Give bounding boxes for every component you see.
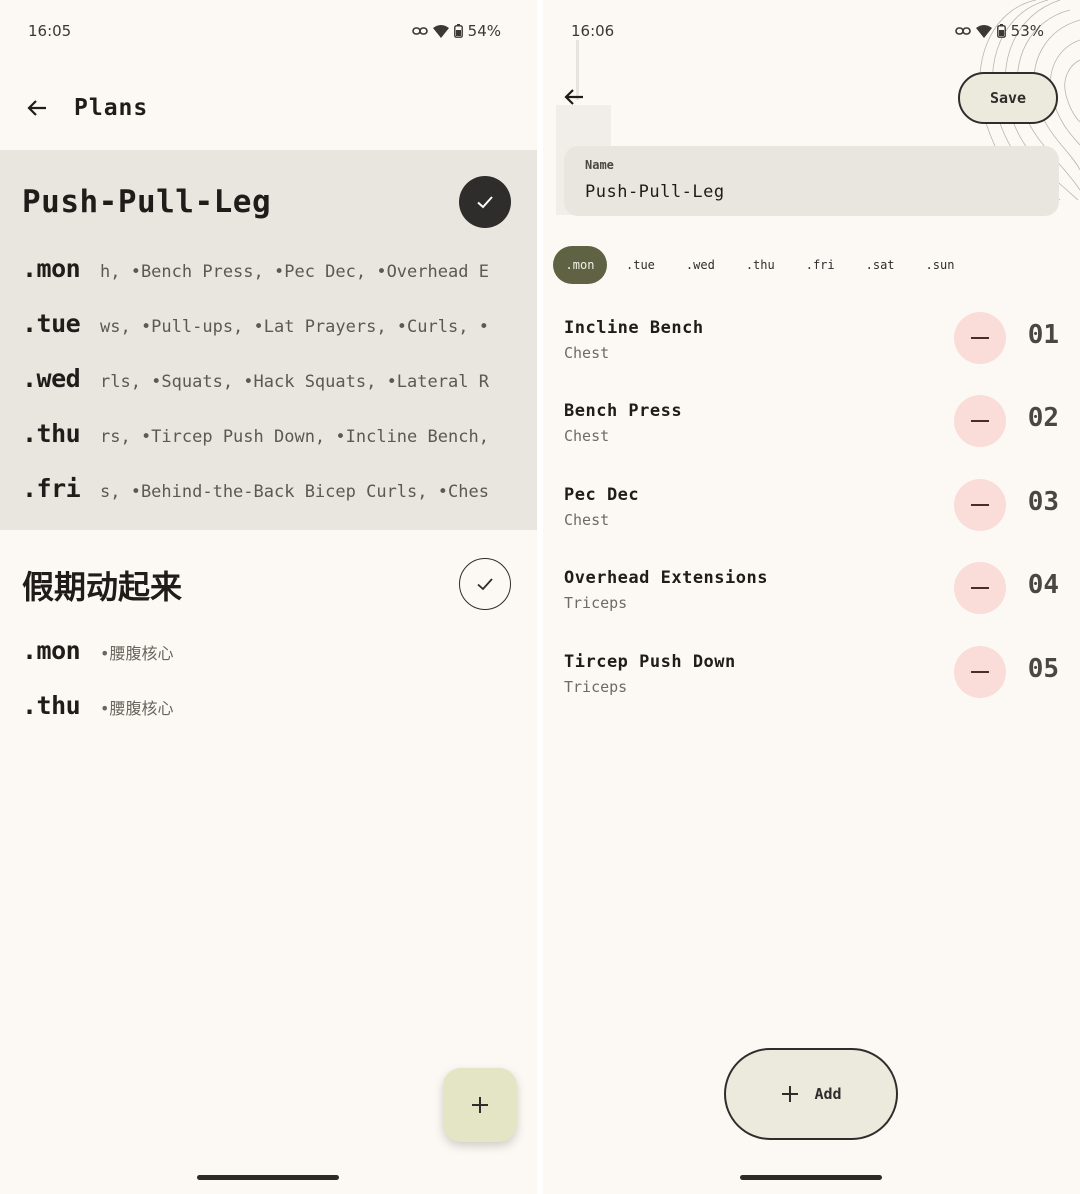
app-bar: Plans: [22, 82, 148, 134]
day-exercises: s, •Behind-the-Back Bicep Curls, •Ches: [100, 482, 489, 502]
plan-day-row: .thu •腰腹核心: [22, 691, 517, 731]
check-icon: [477, 196, 493, 209]
plan-day-row: .wed rls, •Squats, •Hack Squats, •Latera…: [22, 364, 517, 404]
exercise-order: 02: [1027, 403, 1059, 433]
back-button[interactable]: [559, 82, 589, 112]
exercise-name: Incline Bench: [564, 318, 704, 338]
arrow-left-icon: [27, 100, 46, 116]
link-icon: [954, 27, 971, 35]
day-exercises: h, •Bench Press, •Pec Dec, •Overhead E: [100, 262, 489, 282]
exercise-order: 05: [1027, 654, 1059, 684]
plan-day-row: .tue ws, •Pull-ups, •Lat Prayers, •Curls…: [22, 309, 517, 349]
plan-card-push-pull-leg[interactable]: Push-Pull-Leg .mon h, •Bench Press, •Pec…: [0, 150, 537, 530]
day-label: .wed: [22, 364, 81, 393]
remove-exercise-button[interactable]: [954, 646, 1006, 698]
save-button[interactable]: Save: [958, 72, 1058, 124]
check-icon: [477, 578, 493, 591]
exercise-list-item[interactable]: Overhead Extensions Triceps 04: [564, 562, 1059, 638]
plan-card-holiday[interactable]: 假期动起来 .mon •腰腹核心 .thu •腰腹核心: [0, 530, 537, 750]
tab-sat[interactable]: .sat: [854, 246, 907, 284]
day-label: .thu: [22, 419, 81, 448]
wifi-icon: [432, 24, 449, 38]
add-button-label: Add: [814, 1085, 842, 1103]
name-field-label: Name: [585, 158, 614, 172]
battery-level: 53%: [1010, 22, 1044, 40]
exercise-list-item[interactable]: Incline Bench Chest 01: [564, 312, 1059, 388]
exercise-category: Triceps: [564, 678, 628, 696]
day-label: .mon: [22, 254, 81, 283]
minus-icon: [971, 671, 989, 673]
plan-day-row: .mon •腰腹核心: [22, 636, 517, 676]
exercise-name: Bench Press: [564, 401, 683, 421]
exercise-order: 03: [1027, 487, 1059, 517]
arrow-left-icon: [564, 89, 583, 105]
page-title: Plans: [74, 95, 149, 121]
tab-tue[interactable]: .tue: [614, 246, 667, 284]
select-check-button[interactable]: [459, 558, 511, 610]
remove-exercise-button[interactable]: [954, 312, 1006, 364]
exercise-order: 01: [1027, 320, 1059, 350]
remove-exercise-button[interactable]: [954, 562, 1006, 614]
plan-title: 假期动起来: [22, 568, 183, 606]
name-field-value[interactable]: Push-Pull-Leg: [585, 182, 1038, 202]
battery-icon: [996, 24, 1006, 38]
gesture-nav-bar[interactable]: [197, 1175, 339, 1180]
day-tabs: .mon .tue .wed .thu .fri .sat .sun: [553, 245, 973, 285]
plan-name-field[interactable]: Name Push-Pull-Leg: [564, 146, 1059, 216]
exercise-order: 04: [1027, 570, 1059, 600]
add-plan-fab[interactable]: [443, 1068, 517, 1142]
back-button[interactable]: [22, 93, 52, 123]
status-time: 16:06: [571, 22, 615, 40]
remove-exercise-button[interactable]: [954, 395, 1006, 447]
tab-fri[interactable]: .fri: [794, 246, 847, 284]
edit-plan-screen: 16:06 53% Save Name Push-Pull-Leg .mon .…: [543, 0, 1080, 1194]
minus-icon: [971, 337, 989, 339]
minus-icon: [971, 587, 989, 589]
exercise-name: Overhead Extensions: [564, 568, 768, 588]
day-exercises: rls, •Squats, •Hack Squats, •Lateral R: [100, 372, 489, 392]
day-exercises: rs, •Tircep Push Down, •Incline Bench,: [100, 427, 489, 447]
exercise-name: Tircep Push Down: [564, 652, 736, 672]
plan-day-row: .thu rs, •Tircep Push Down, •Incline Ben…: [22, 419, 517, 459]
plan-day-row: .fri s, •Behind-the-Back Bicep Curls, •C…: [22, 474, 517, 514]
exercise-list-item[interactable]: Tircep Push Down Triceps 05: [564, 646, 1059, 722]
minus-icon: [971, 420, 989, 422]
exercise-list-item[interactable]: Pec Dec Chest 03: [564, 479, 1059, 555]
day-label: .thu: [22, 691, 81, 720]
add-exercise-button[interactable]: Add: [724, 1048, 898, 1140]
status-bar: 16:06 53%: [571, 22, 1044, 44]
gesture-nav-bar[interactable]: [740, 1175, 882, 1180]
day-exercises: •腰腹核心: [100, 699, 174, 718]
tab-mon[interactable]: .mon: [553, 246, 607, 284]
plans-screen: 16:05 54% Plans Push-Pull-Leg .mon h, •B…: [0, 0, 537, 1194]
plan-title: Push-Pull-Leg: [22, 184, 272, 220]
battery-level: 54%: [467, 22, 501, 40]
exercise-category: Chest: [564, 511, 610, 529]
plan-day-row: .mon h, •Bench Press, •Pec Dec, •Overhea…: [22, 254, 517, 294]
status-time: 16:05: [28, 22, 72, 40]
exercise-list-item[interactable]: Bench Press Chest 02: [564, 395, 1059, 471]
exercise-category: Chest: [564, 427, 610, 445]
wifi-icon: [975, 24, 992, 38]
remove-exercise-button[interactable]: [954, 479, 1006, 531]
status-bar: 16:05 54%: [28, 22, 501, 44]
day-label: .fri: [22, 474, 81, 503]
tab-thu[interactable]: .thu: [734, 246, 787, 284]
day-exercises: ws, •Pull-ups, •Lat Prayers, •Curls, •: [100, 317, 489, 337]
minus-icon: [971, 504, 989, 506]
exercise-category: Chest: [564, 344, 610, 362]
day-exercises: •腰腹核心: [100, 644, 174, 663]
day-label: .tue: [22, 309, 81, 338]
exercise-name: Pec Dec: [564, 485, 640, 505]
tab-sun[interactable]: .sun: [914, 246, 967, 284]
exercise-category: Triceps: [564, 594, 628, 612]
selected-check-button[interactable]: [459, 176, 511, 228]
tab-wed[interactable]: .wed: [674, 246, 727, 284]
link-icon: [411, 27, 428, 35]
day-label: .mon: [22, 636, 81, 665]
battery-icon: [453, 24, 463, 38]
plus-icon: [782, 1086, 799, 1102]
plus-icon: [472, 1097, 488, 1113]
